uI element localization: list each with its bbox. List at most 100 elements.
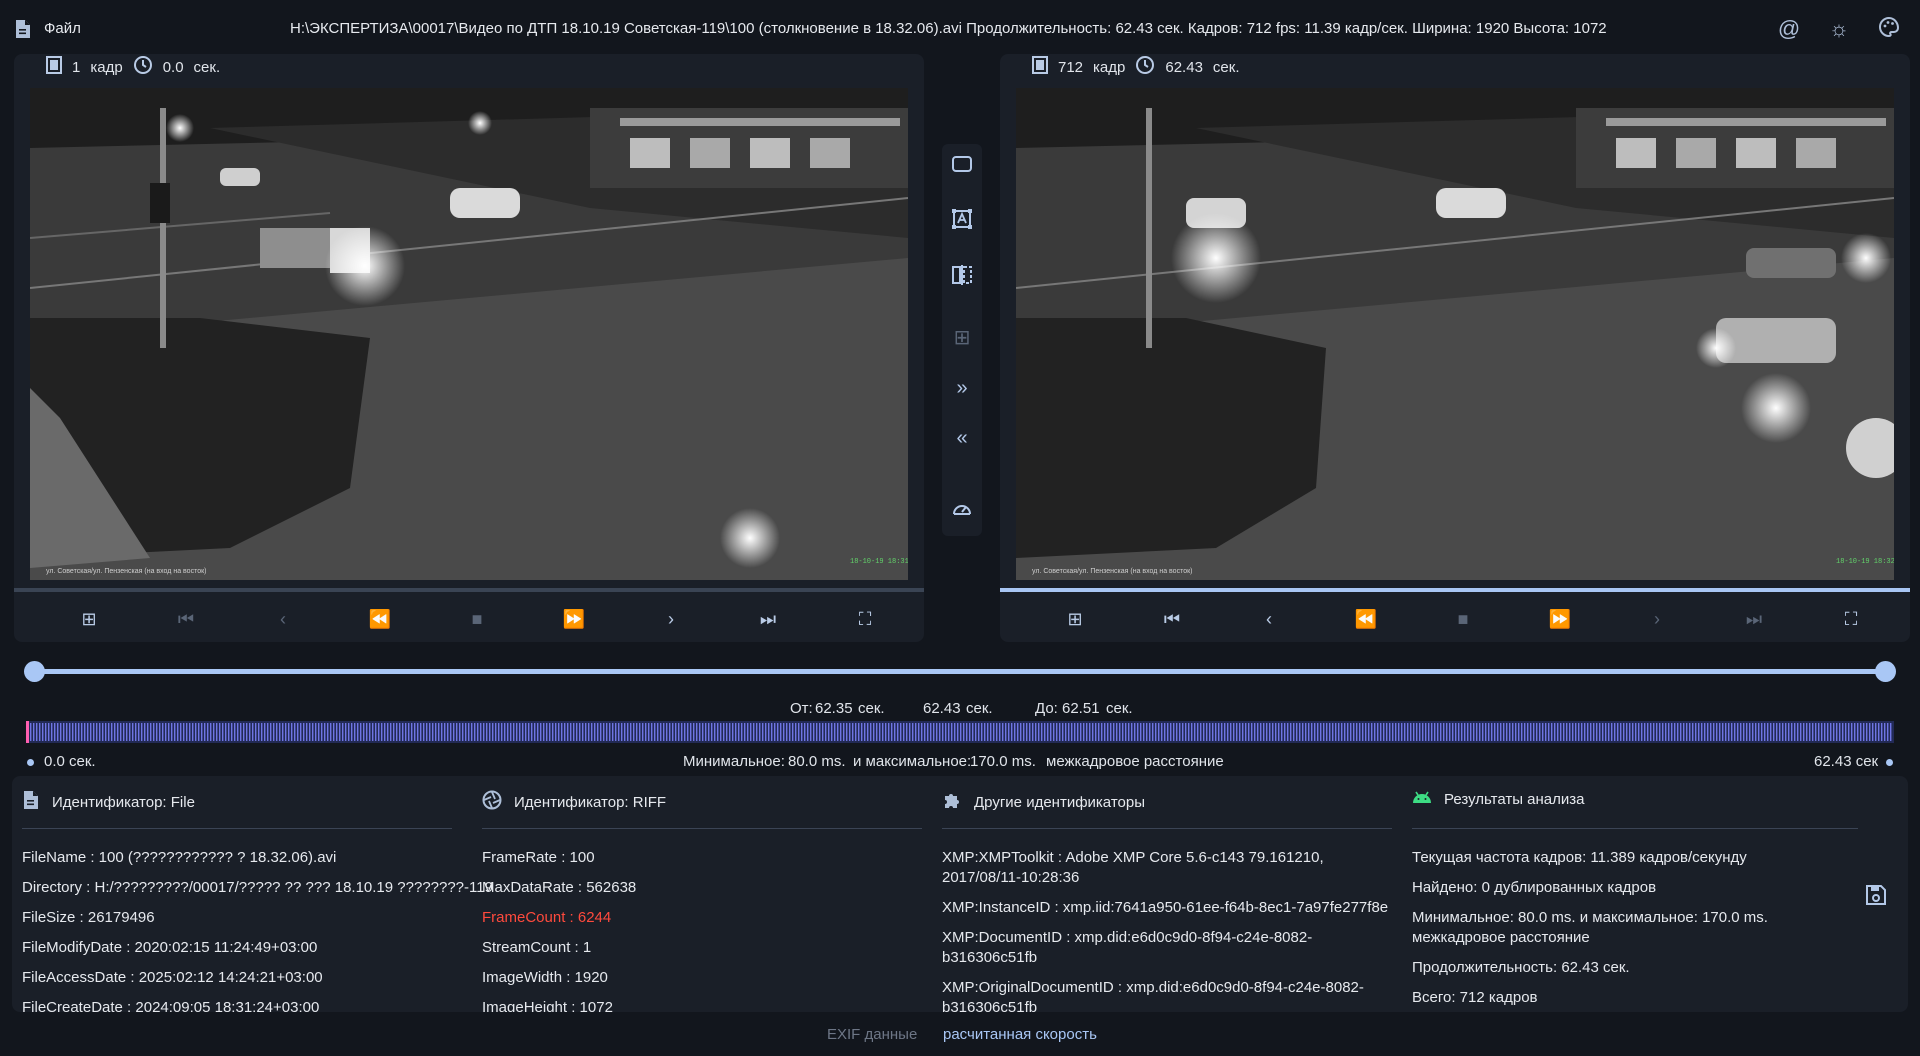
right-video-panel: 712 кадр 62.43 сек. ул. Советская/ул. Пе… <box>1000 54 1910 642</box>
prev-frame-icon[interactable]: ‹ <box>1254 604 1284 634</box>
next-frame-icon[interactable]: › <box>656 604 686 634</box>
next-frame-icon[interactable]: › <box>1642 604 1672 634</box>
tab-exif[interactable]: EXIF данные <box>827 1026 917 1043</box>
other-row: XMP:XMPToolkit : Adobe XMP Core 5.6-c143… <box>942 849 1324 886</box>
range-to-label: До: <box>1035 700 1058 717</box>
right-video-frame[interactable]: ул. Советская/ул. Пензенская (на вход на… <box>1016 88 1894 580</box>
right-time-unit: сек. <box>1212 58 1240 76</box>
file-menu[interactable]: Файл <box>44 20 81 37</box>
frame-timeline[interactable] <box>26 721 1894 743</box>
range-end-handle[interactable] <box>1875 661 1896 682</box>
forward-double-icon[interactable]: » <box>942 368 982 408</box>
file-column: Идентификатор: File FileName : 100 (????… <box>12 776 493 1012</box>
skip-first-icon[interactable]: ⏮ <box>1157 604 1187 634</box>
clock-icon <box>1135 55 1155 79</box>
left-controls: ⊞ ⏮ ‹ ⏪ ■ ⏩ › ⏭ ⛶ <box>14 604 924 634</box>
file-row: Directory : H:/?????????/00017/????? ?? … <box>22 879 493 896</box>
left-video-frame[interactable]: ул. Советская/ул. Пензенская (на вход на… <box>30 88 908 580</box>
file-row: FileAccessDate : 2025:02:12 14:24:21+03:… <box>22 969 323 986</box>
range-from-unit: сек. <box>858 700 885 717</box>
sun-icon[interactable]: ☼ <box>1826 16 1852 42</box>
divider <box>1412 828 1858 829</box>
analysis-row: Найдено: 0 дублированных кадров <box>1412 879 1657 896</box>
other-rows: XMP:XMPToolkit : Adobe XMP Core 5.6-c143… <box>942 848 1392 1012</box>
start-dot <box>27 759 34 766</box>
other-header: Другие идентификаторы <box>942 790 1145 814</box>
fullscreen-icon[interactable]: ⛶ <box>1836 604 1866 634</box>
stop-icon[interactable]: ■ <box>462 604 492 634</box>
analysis-header: Результаты анализа <box>1412 790 1585 808</box>
riff-row: MaxDataRate : 562638 <box>482 879 637 896</box>
aperture-icon <box>482 790 502 814</box>
grid-icon[interactable]: ⊞ <box>942 318 982 358</box>
left-video-panel: 1 кадр 0.0 сек. ул. Советская/ул. Пензен… <box>14 54 924 642</box>
skip-last-icon[interactable]: ⏭ <box>753 604 783 634</box>
bottom-tabs: EXIF данные расчитанная скорость <box>0 1026 1920 1046</box>
other-header-title: Другие идентификаторы <box>974 793 1145 811</box>
fullscreen-icon[interactable]: ⛶ <box>850 604 880 634</box>
min-interval-value: 80.0 ms. <box>788 753 846 770</box>
riff-header: Идентификатор: RIFF <box>482 790 666 814</box>
riff-rows: FrameRate : 100 MaxDataRate : 562638 Frame… <box>482 848 962 1012</box>
divider <box>942 828 1392 829</box>
file-row: FileModifyDate : 2020:02:15 11:24:49+03:… <box>22 939 318 956</box>
right-frame-unit: кадр <box>1093 58 1126 76</box>
right-frame-number: 712 <box>1058 58 1084 76</box>
grid-split-icon[interactable]: ⊞ <box>1060 604 1090 634</box>
analysis-column: Результаты анализа Текущая частота кадро… <box>1402 776 1862 1012</box>
riff-row: FrameRate : 100 <box>482 849 595 866</box>
back-double-icon[interactable]: « <box>942 418 982 458</box>
riff-header-title: Идентификатор: RIFF <box>514 793 667 811</box>
range-slider-track[interactable] <box>34 669 1886 674</box>
top-bar: Файл H:\ЭКСПЕРТИЗА\00017\Видео по ДТП 18… <box>0 0 1920 56</box>
left-frame-header: 1 кадр 0.0 сек. <box>46 54 220 80</box>
fast-forward-icon[interactable]: ⏩ <box>559 604 589 634</box>
palette-icon[interactable] <box>1876 16 1902 42</box>
max-interval-label: и максимальное: <box>853 753 972 770</box>
clock-icon <box>133 55 153 79</box>
analysis-row: Минимальное: 80.0 ms. и максимальное: 17… <box>1412 909 1768 946</box>
grid-split-icon[interactable]: ⊞ <box>74 604 104 634</box>
compare-icon[interactable] <box>942 260 982 300</box>
skip-last-icon[interactable]: ⏭ <box>1739 604 1769 634</box>
range-to-value: 62.51 <box>1062 700 1100 717</box>
riff-row: ImageWidth : 1920 <box>482 969 608 986</box>
analysis-rows: Текущая частота кадров: 11.389 кадров/се… <box>1412 848 1832 1012</box>
tab-speed[interactable]: расчитанная скорость <box>943 1026 1097 1043</box>
right-controls: ⊞ ⏮ ‹ ⏪ ■ ⏩ › ⏭ ⛶ <box>1000 604 1910 634</box>
left-progress-bar[interactable] <box>14 588 924 592</box>
rewind-icon[interactable]: ⏪ <box>1351 604 1381 634</box>
divider <box>22 828 452 829</box>
middle-toolbar: ⊞ » « <box>942 144 982 536</box>
analysis-row: Продолжительность: 62.43 сек. <box>1412 959 1630 976</box>
film-icon <box>46 56 62 78</box>
range-to-unit: сек. <box>1106 700 1133 717</box>
document-icon <box>22 790 40 814</box>
other-row: XMP:OriginalDocumentID : xmp.did:e6d0c9d… <box>942 979 1364 1012</box>
save-icon[interactable] <box>1862 884 1890 912</box>
right-video-caption: ул. Советская/ул. Пензенская (на вход на… <box>1032 568 1192 575</box>
speedometer-icon[interactable] <box>942 494 982 534</box>
video-info: H:\ЭКСПЕРТИЗА\00017\Видео по ДТП 18.10.1… <box>290 20 1607 37</box>
at-icon[interactable]: @ <box>1776 16 1802 42</box>
right-video-stamp: 18-10-19 18:32:06 <box>1836 558 1894 566</box>
range-start-handle[interactable] <box>24 661 45 682</box>
fast-forward-icon[interactable]: ⏩ <box>1545 604 1575 634</box>
stop-icon[interactable]: ■ <box>1448 604 1478 634</box>
prev-frame-icon[interactable]: ‹ <box>268 604 298 634</box>
right-progress-fill <box>1000 588 1910 592</box>
analysis-row: Всего: 712 кадров <box>1412 989 1538 1006</box>
text-box-icon[interactable] <box>942 204 982 244</box>
range-from-value: 62.35 <box>815 700 853 717</box>
metadata-panel: Идентификатор: File FileName : 100 (????… <box>12 776 1908 1012</box>
right-frame-header: 712 кадр 62.43 сек. <box>1032 54 1240 80</box>
right-progress-bar[interactable] <box>1000 588 1910 592</box>
rectangle-icon[interactable] <box>942 146 982 186</box>
left-frame-unit: кадр <box>90 58 123 76</box>
left-frame-number: 1 <box>72 58 81 76</box>
min-interval-label: Минимальное: <box>683 753 785 770</box>
skip-first-icon[interactable]: ⏮ <box>171 604 201 634</box>
riff-row: StreamCount : 1 <box>482 939 592 956</box>
file-icon[interactable] <box>14 19 31 39</box>
rewind-icon[interactable]: ⏪ <box>365 604 395 634</box>
